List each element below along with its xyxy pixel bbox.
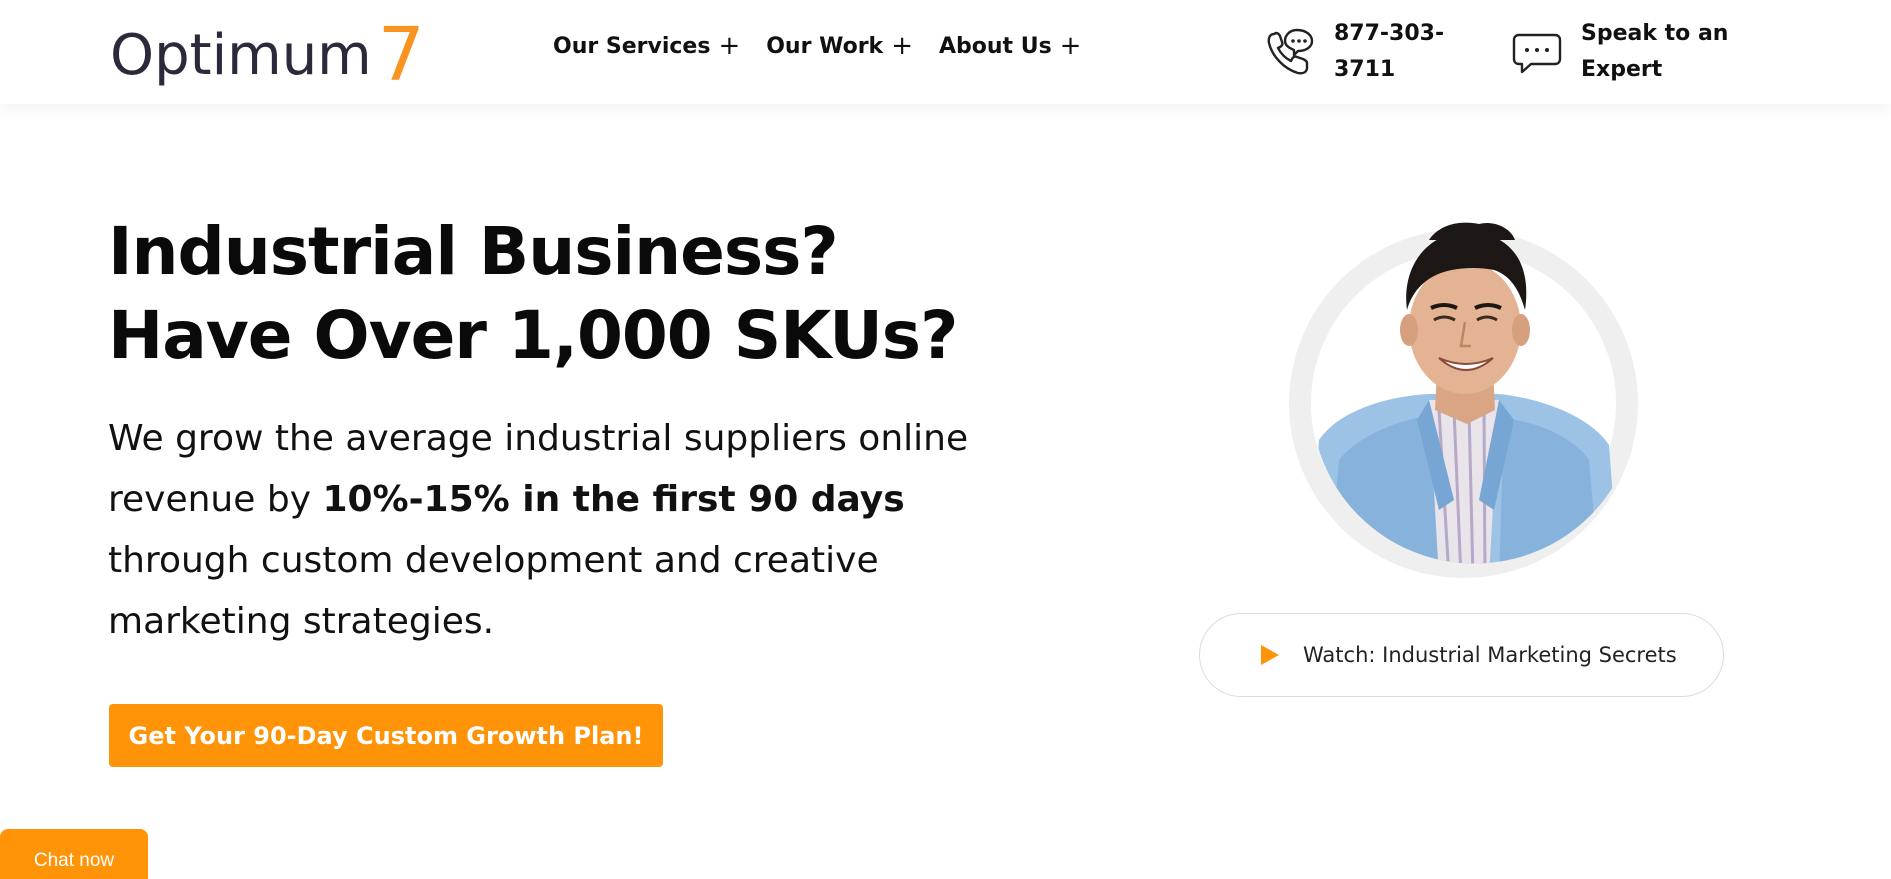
- nav-item-about-us[interactable]: About Us +: [939, 33, 1081, 59]
- logo-number: 7: [377, 12, 425, 98]
- phone-chat-icon: [1267, 28, 1314, 75]
- plus-icon: +: [718, 31, 741, 61]
- hero-title-line-1: Industrial Business?: [108, 213, 839, 290]
- nav-label: Our Services: [553, 33, 711, 59]
- phone-line-2: 3711: [1334, 57, 1396, 82]
- expert-line-2: Expert: [1581, 57, 1663, 82]
- chat-now-button[interactable]: Chat now: [0, 829, 148, 879]
- plus-icon: +: [1059, 31, 1082, 61]
- hero-title: Industrial Business? Have Over 1,000 SKU…: [108, 210, 1008, 378]
- phone-number[interactable]: 877-303- 3711: [1334, 16, 1464, 88]
- presenter-portrait: [1309, 222, 1619, 564]
- play-icon: [1261, 645, 1279, 665]
- nav-item-our-work[interactable]: Our Work +: [766, 33, 913, 59]
- chat-now-label: Chat now: [33, 850, 115, 871]
- growth-plan-button[interactable]: Get Your 90-Day Custom Growth Plan!: [109, 704, 663, 767]
- speak-to-expert[interactable]: Speak to an Expert: [1511, 16, 1751, 88]
- logo-wordmark: Optimum: [110, 23, 372, 88]
- expert-label[interactable]: Speak to an Expert: [1581, 16, 1751, 88]
- nav-label: Our Work: [766, 33, 884, 59]
- hero-title-line-2: Have Over 1,000 SKUs?: [108, 297, 958, 374]
- phone-contact[interactable]: 877-303- 3711: [1264, 16, 1464, 88]
- chat-bubble-icon: [1512, 33, 1562, 74]
- plus-icon: +: [891, 31, 913, 61]
- main-nav: Our Services + Our Work + About Us +: [553, 33, 1081, 59]
- watch-video-label: Watch: Industrial Marketing Secrets: [1303, 643, 1677, 667]
- hero-desc-highlight: 10%-15% in the first 90 days: [322, 479, 905, 520]
- nav-label: About Us: [938, 33, 1052, 59]
- growth-plan-button-label: Get Your 90-Day Custom Growth Plan!: [128, 721, 644, 750]
- nav-item-our-services[interactable]: Our Services +: [553, 33, 740, 59]
- phone-line-1: 877-303-: [1334, 21, 1445, 46]
- hero-description: We grow the average industrial suppliers…: [108, 408, 1008, 652]
- logo[interactable]: Optimum 7: [110, 14, 425, 92]
- expert-line-1: Speak to an: [1581, 21, 1729, 46]
- site-header: Optimum 7 Our Services + Our Work + Abou…: [0, 0, 1891, 104]
- hero-desc-part-2: through custom development and creative …: [108, 540, 879, 642]
- watch-video-button[interactable]: Watch: Industrial Marketing Secrets: [1199, 613, 1724, 697]
